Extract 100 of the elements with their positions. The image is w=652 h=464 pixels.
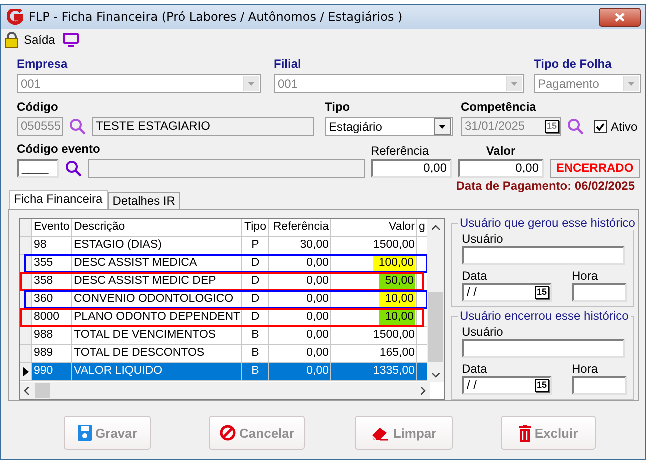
toolbar-button[interactable]: Saída [5,32,56,48]
table-cell: 360 [32,291,72,308]
data-label: Data [462,362,488,376]
checkbox[interactable] [594,120,607,133]
table-cell: 989 [32,345,72,362]
close-button[interactable] [599,8,641,26]
table-cell: ESTAGIO (DIAS) [72,237,242,254]
table-cell: D [242,309,269,326]
usuario-field[interactable] [462,339,625,358]
table-cell: PLANO ODONTO DEPENDENT [72,309,242,326]
dropdown[interactable]: Estagiário [325,117,453,136]
codigo-label: Código [17,100,60,115]
tipo-label: Tipo [325,100,352,115]
search-icon[interactable] [65,160,82,177]
app-logo-icon [7,9,23,25]
table-cell: DESC ASSIST MEDICA [72,255,242,272]
data-label: Data [462,269,488,283]
table-row[interactable]: 8000 PLANO ODONTO DEPENDENT D 0,00 10,00 [20,309,430,327]
table-cell: B [242,345,269,362]
codigo-evento-label: Código evento [17,142,102,157]
table-cell: 0,00 [269,363,331,380]
usuario-field[interactable] [462,246,625,265]
table-cell: 355 [32,255,72,272]
valor-label: Valor [485,144,517,159]
scroll-thumb[interactable] [35,383,50,398]
table-row[interactable]: 355 DESC ASSIST MEDICA D 0,00 100,00 [20,255,430,273]
group-title: Usuário encerrou esse histórico [458,309,631,323]
search-icon[interactable] [69,118,86,135]
table-cell: 990 [32,363,72,380]
date-field[interactable]: / / 15 [462,376,552,395]
column-header[interactable]: Evento [32,219,72,236]
table-cell: TOTAL DE DESCONTOS [72,345,242,362]
table-cell: 0,00 [269,309,331,326]
monitor-icon [63,33,80,47]
table-cell: 98 [32,237,72,254]
usuario-label: Usuário [462,325,504,339]
table-row[interactable]: 990 VALOR LIQUIDO B 0,00 1335,00 [20,363,430,381]
toolbar-button[interactable] [63,33,80,47]
table-cell: 0,00 [269,291,331,308]
table-cell: B [242,327,269,344]
table-cell: 0,00 [269,273,331,290]
codigo-evento-field[interactable]: ____ [17,159,59,178]
column-header[interactable]: g [417,219,427,236]
valor-field[interactable]: 0,00 [458,159,544,178]
table-row[interactable]: 360 CONVENIO ODONTOLOGICO D 0,00 10,00 [20,291,430,309]
table-row[interactable]: 358 DESC ASSIST MEDIC DEP D 0,00 50,00 [20,273,430,291]
table-cell: D [242,273,269,290]
referencia-label: Referência [371,144,430,159]
row-indicator [20,327,32,344]
vertical-scrollbar[interactable] [427,219,444,382]
table-cell: D [242,291,269,308]
referencia-field[interactable]: 0,00 [371,159,452,178]
caret-icon [628,82,635,86]
table-cell: DESC ASSIST MEDIC DEP [72,273,242,290]
empresa-label: Empresa [17,57,69,72]
table-cell: 1500,00 [331,237,417,254]
close-icon [615,12,625,22]
caret-icon [439,124,446,128]
hora-label: Hora [572,269,600,283]
scroll-thumb[interactable] [428,292,443,362]
table-cell: 0,00 [269,327,331,344]
row-indicator [20,345,32,362]
tab[interactable]: Ficha Financeira [9,190,108,209]
column-header[interactable]: Valor [331,219,417,236]
eraser-icon [371,426,390,440]
caret-icon [248,82,255,86]
date-field[interactable]: / / 15 [462,283,552,302]
hora-field[interactable] [572,283,627,302]
calendar-button[interactable]: 15 [534,286,549,299]
calendar-button[interactable]: 15 [534,379,549,392]
trash-icon [518,424,531,442]
column-header[interactable]: Descrição [72,219,242,236]
window-title: FLP - Ficha Financeira (Pró Labores / Autônomos / Estagiários ) [29,10,404,24]
table-cell: TOTAL DE VENCIMENTOS [72,327,242,344]
table-cell: D [242,255,269,272]
table-cell: 165,00 [331,345,417,362]
table-cell: P [242,237,269,254]
competencia-label: Competência [461,100,538,115]
caret-icon [511,82,518,86]
table-cell: B [242,363,269,380]
event-description-field[interactable] [88,159,365,178]
lock-icon [5,32,19,48]
column-header[interactable]: Tipo [242,219,269,236]
table-cell: 30,00 [269,237,331,254]
search-icon[interactable] [567,118,584,135]
group-title: Usuário que gerou esse histórico [458,216,638,230]
table-cell: 0,00 [269,345,331,362]
check-icon [596,122,605,130]
horizontal-scrollbar[interactable] [20,382,430,399]
row-pointer-icon [22,366,28,376]
table-cell: 0,00 [269,255,331,272]
tab[interactable]: Detalhes IR [108,192,180,209]
ativo-label: Ativo [611,120,638,134]
column-header[interactable]: Referência [269,219,331,236]
hora-field[interactable] [572,376,627,395]
hora-label: Hora [572,362,600,376]
table-cell: 8000 [32,309,72,326]
table-cell: 358 [32,273,72,290]
filial-label: Filial [274,57,302,72]
table-cell: VALOR LIQUIDO [72,363,242,380]
